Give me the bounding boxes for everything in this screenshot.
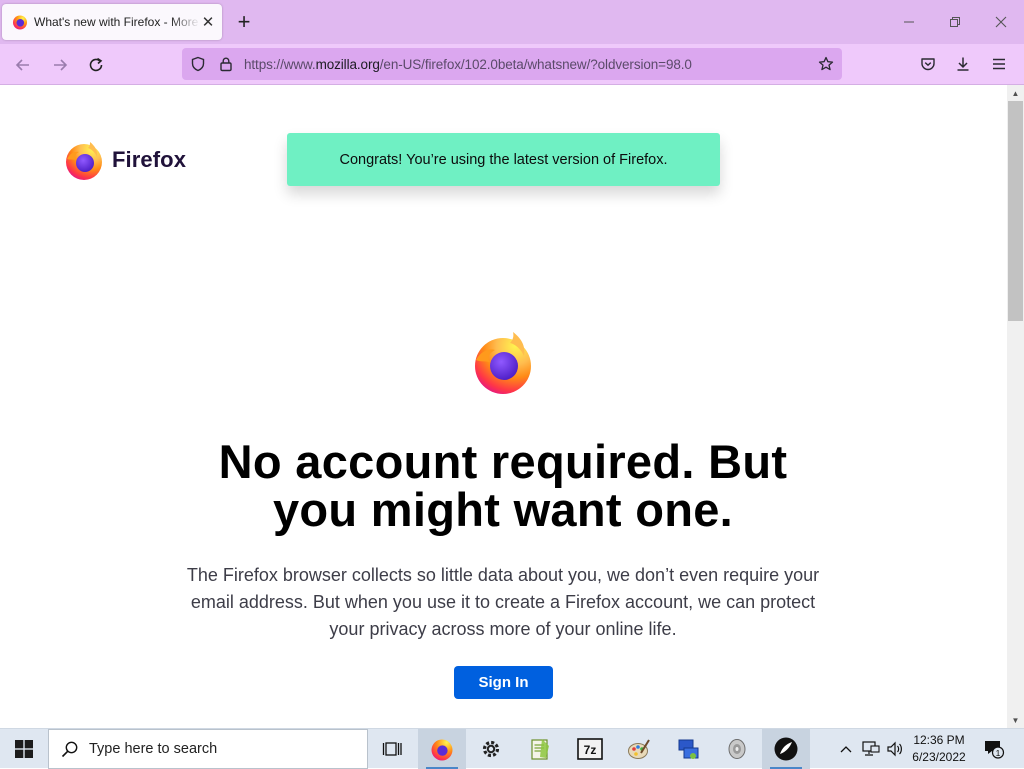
firefox-brand[interactable]: Firefox (64, 139, 186, 181)
firefox-hero-logo-icon (475, 332, 531, 394)
scrollbar-thumb[interactable] (1008, 101, 1023, 321)
url-text[interactable]: https://www.mozilla.org/en-US/firefox/10… (244, 57, 692, 72)
notification-count: 1 (996, 748, 1001, 758)
forward-arrow-icon[interactable] (47, 52, 73, 78)
disk-app-icon[interactable] (713, 729, 761, 769)
windows-start-icon[interactable] (0, 729, 48, 769)
volume-icon[interactable] (884, 729, 906, 769)
pocket-icon[interactable] (920, 56, 936, 72)
page-headline: No account required. But you might want … (218, 435, 788, 536)
action-center-icon[interactable]: 1 (980, 729, 1008, 769)
taskbar-firefox-icon[interactable] (418, 729, 466, 769)
search-placeholder: Type here to search (89, 741, 218, 757)
notepad-plus-plus-icon[interactable] (516, 729, 564, 769)
search-icon (61, 741, 78, 758)
browser-tab[interactable]: What's new with Firefox - More ✕ (2, 4, 222, 40)
restore-icon[interactable] (932, 0, 978, 44)
svg-text:7z: 7z (584, 743, 597, 757)
page-body-text: The Firefox browser collects so little d… (186, 565, 820, 639)
settings-gear-icon[interactable] (467, 729, 515, 769)
update-notice-banner: Congrats! You’re using the latest versio… (287, 133, 720, 186)
taskbar-search-box[interactable]: Type here to search (48, 729, 368, 769)
inkscape-icon[interactable] (762, 729, 810, 769)
window-controls (886, 0, 1024, 44)
tracking-shield-icon[interactable] (190, 56, 206, 72)
clock-date: 6/23/2022 (912, 750, 966, 764)
reload-icon[interactable] (83, 52, 109, 78)
7zip-icon[interactable]: 7z (566, 729, 614, 769)
new-tab-icon[interactable]: + (233, 11, 255, 33)
downloads-icon[interactable] (955, 56, 971, 72)
back-arrow-icon[interactable] (10, 52, 36, 78)
taskbar: Type here to search 7z 12:36 PM 6/23/202… (0, 728, 1024, 769)
taskbar-clock[interactable]: 12:36 PM 6/23/2022 (904, 732, 974, 766)
close-tab-icon[interactable]: ✕ (200, 14, 216, 31)
lock-icon[interactable] (218, 56, 234, 72)
tab-strip: What's new with Firefox - More ✕ + (0, 0, 1024, 44)
scroll-down-icon[interactable]: ▼ (1007, 712, 1024, 728)
network-app-icon[interactable] (664, 729, 712, 769)
firefox-favicon-icon (13, 15, 27, 30)
show-hidden-icons-chevron-icon[interactable] (836, 729, 856, 769)
task-view-icon[interactable] (368, 729, 416, 769)
tab-title: What's new with Firefox - More (34, 15, 199, 29)
bookmark-star-icon[interactable] (818, 56, 834, 72)
close-window-icon[interactable] (978, 0, 1024, 44)
brand-wordmark: Firefox (112, 147, 187, 172)
sign-in-button[interactable]: Sign In (454, 666, 553, 699)
clock-time: 12:36 PM (913, 733, 965, 747)
paint-icon[interactable] (615, 729, 663, 769)
firefox-logo-icon (66, 142, 102, 180)
minimize-icon[interactable] (886, 0, 932, 44)
hamburger-menu-icon[interactable] (991, 56, 1007, 72)
network-icon[interactable] (860, 729, 882, 769)
scroll-up-icon[interactable]: ▲ (1007, 85, 1024, 101)
